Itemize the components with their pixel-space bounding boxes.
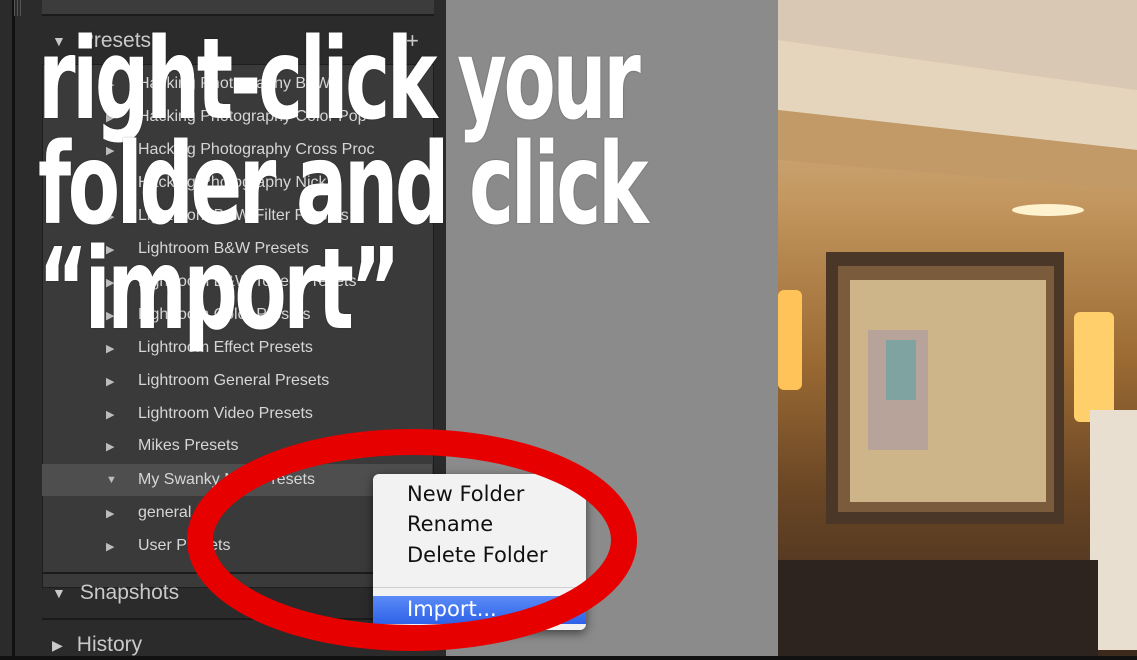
annotation-layer — [187, 429, 637, 651]
red-highlight-ellipse — [187, 429, 637, 651]
